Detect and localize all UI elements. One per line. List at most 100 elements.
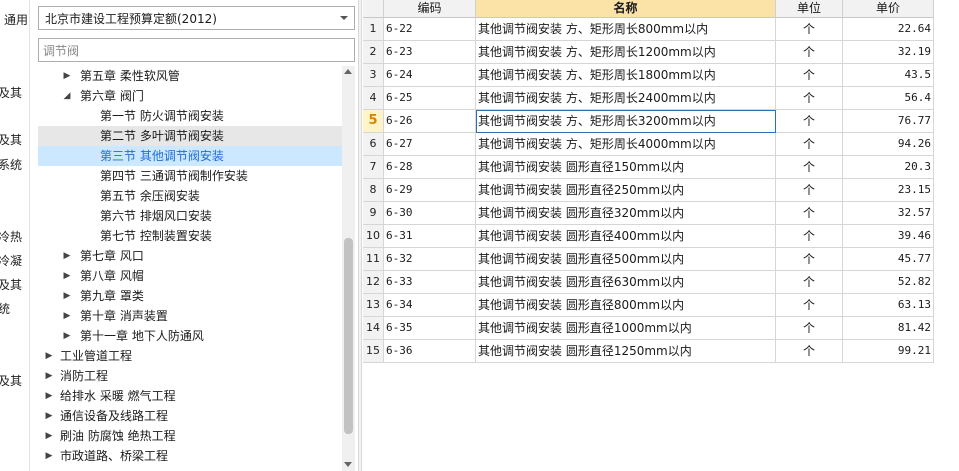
- quota-library-select[interactable]: 北京市建设工程预算定额(2012): [38, 6, 355, 30]
- row-number[interactable]: 7: [363, 156, 384, 179]
- row-number[interactable]: 2: [363, 41, 384, 64]
- column-header-unit[interactable]: 单位: [776, 0, 843, 18]
- expand-arrow-icon[interactable]: ▶: [44, 366, 54, 386]
- row-number[interactable]: 6: [363, 133, 384, 156]
- cell-price[interactable]: 99.21: [843, 340, 934, 363]
- table-row[interactable]: 9 6-30 其他调节阀安装 圆形直径320mm以内个 32.57: [363, 202, 934, 225]
- cell-unit[interactable]: 个: [776, 179, 843, 202]
- cell-unit[interactable]: 个: [776, 340, 843, 363]
- row-number[interactable]: 15: [363, 340, 384, 363]
- cell-name[interactable]: 其他调节阀安装 方、矩形周长2400mm以内: [476, 87, 776, 110]
- table-row[interactable]: 8 6-29 其他调节阀安装 圆形直径250mm以内个 23.15: [363, 179, 934, 202]
- cell-code[interactable]: 6-24: [384, 64, 476, 87]
- cell-price[interactable]: 81.42: [843, 317, 934, 340]
- row-number[interactable]: 11: [363, 248, 384, 271]
- cell-unit[interactable]: 个: [776, 156, 843, 179]
- expand-arrow-icon[interactable]: ▶: [44, 406, 54, 426]
- expand-arrow-icon[interactable]: ▶: [62, 306, 72, 326]
- row-number[interactable]: 14: [363, 317, 384, 340]
- row-number[interactable]: 10: [363, 225, 384, 248]
- table-row[interactable]: 2 6-23 其他调节阀安装 方、矩形周长1200mm以内个 32.19: [363, 41, 934, 64]
- expand-arrow-icon[interactable]: ▶: [44, 446, 54, 466]
- cell-unit[interactable]: 个: [776, 202, 843, 225]
- expand-arrow-icon[interactable]: ▶: [44, 426, 54, 446]
- tree-node[interactable]: ▶ 第七章 风口: [38, 246, 342, 266]
- table-row[interactable]: 13 6-34 其他调节阀安装 圆形直径800mm以内个 63.13: [363, 294, 934, 317]
- cell-code[interactable]: 6-34: [384, 294, 476, 317]
- table-row[interactable]: 14 6-35 其他调节阀安装 圆形直径1000mm以内个 81.42: [363, 317, 934, 340]
- cell-name[interactable]: 其他调节阀安装 方、矩形周长4000mm以内: [476, 133, 776, 156]
- tree-node[interactable]: 第六节 排烟风口安装: [38, 206, 342, 226]
- tree-node[interactable]: 第二节 多叶调节阀安装: [38, 126, 342, 146]
- cell-code[interactable]: 6-22: [384, 18, 476, 41]
- tree-node[interactable]: ▶ 第十章 消声装置: [38, 306, 342, 326]
- cell-unit[interactable]: 个: [776, 294, 843, 317]
- cell-code[interactable]: 6-32: [384, 248, 476, 271]
- column-header-name[interactable]: 名称: [476, 0, 776, 18]
- cell-code[interactable]: 6-27: [384, 133, 476, 156]
- scroll-up-icon[interactable]: [344, 69, 352, 74]
- table-row[interactable]: 15 6-36 其他调节阀安装 圆形直径1250mm以内个 99.21: [363, 340, 934, 363]
- cell-price[interactable]: 63.13: [843, 294, 934, 317]
- table-row[interactable]: 3 6-24 其他调节阀安装 方、矩形周长1800mm以内个 43.5: [363, 64, 934, 87]
- cell-code[interactable]: 6-28: [384, 156, 476, 179]
- row-number[interactable]: 4: [363, 87, 384, 110]
- tree-node[interactable]: ▶ 第八章 风帽: [38, 266, 342, 286]
- cell-code[interactable]: 6-29: [384, 179, 476, 202]
- row-number[interactable]: 8: [363, 179, 384, 202]
- scroll-down-icon[interactable]: [344, 462, 352, 467]
- cell-code[interactable]: 6-25: [384, 87, 476, 110]
- tree-node[interactable]: ▶ 刷油 防腐蚀 绝热工程: [38, 426, 342, 446]
- cell-code[interactable]: 6-23: [384, 41, 476, 64]
- cell-price[interactable]: 94.26: [843, 133, 934, 156]
- table-row[interactable]: 11 6-32 其他调节阀安装 圆形直径500mm以内个 45.77: [363, 248, 934, 271]
- cell-name[interactable]: 其他调节阀安装 圆形直径500mm以内: [476, 248, 776, 271]
- column-header-price[interactable]: 单价: [843, 0, 934, 18]
- table-row[interactable]: 6 6-27 其他调节阀安装 方、矩形周长4000mm以内个 94.26: [363, 133, 934, 156]
- cell-unit[interactable]: 个: [776, 64, 843, 87]
- table-row[interactable]: 5 6-26 其他调节阀安装 方、矩形周长3200mm以内个 76.77: [363, 110, 934, 133]
- cell-unit[interactable]: 个: [776, 225, 843, 248]
- cell-price[interactable]: 39.46: [843, 225, 934, 248]
- panel-splitter[interactable]: [358, 0, 362, 471]
- table-row[interactable]: 7 6-28 其他调节阀安装 圆形直径150mm以内个 20.3: [363, 156, 934, 179]
- cell-price[interactable]: 45.77: [843, 248, 934, 271]
- tree-node[interactable]: 第七节 控制装置安装: [38, 226, 342, 246]
- table-row[interactable]: 10 6-31 其他调节阀安装 圆形直径400mm以内个 39.46: [363, 225, 934, 248]
- collapse-arrow-icon[interactable]: ◢: [62, 86, 72, 106]
- expand-arrow-icon[interactable]: ▶: [62, 246, 72, 266]
- row-number[interactable]: 12: [363, 271, 384, 294]
- cell-unit[interactable]: 个: [776, 18, 843, 41]
- cell-price[interactable]: 22.64: [843, 18, 934, 41]
- cell-name[interactable]: 其他调节阀安装 圆形直径400mm以内: [476, 225, 776, 248]
- tree-node[interactable]: ▶ 第九章 罩类: [38, 286, 342, 306]
- expand-arrow-icon[interactable]: ▶: [44, 386, 54, 406]
- tree-node[interactable]: ▶ 通信设备及线路工程: [38, 406, 342, 426]
- cell-price[interactable]: 43.5: [843, 64, 934, 87]
- scrollbar-thumb[interactable]: [344, 238, 353, 434]
- cell-code[interactable]: 6-26: [384, 110, 476, 133]
- tree-node[interactable]: ▶ 第五章 柔性软风管: [38, 66, 342, 86]
- cell-price[interactable]: 76.77: [843, 110, 934, 133]
- row-number[interactable]: 13: [363, 294, 384, 317]
- cell-name[interactable]: 其他调节阀安装 圆形直径1000mm以内: [476, 317, 776, 340]
- tree-node[interactable]: 第五节 余压阀安装: [38, 186, 342, 206]
- cell-unit[interactable]: 个: [776, 87, 843, 110]
- expand-arrow-icon[interactable]: ▶: [44, 346, 54, 366]
- cell-name[interactable]: 其他调节阀安装 圆形直径150mm以内: [476, 156, 776, 179]
- expand-arrow-icon[interactable]: ▶: [62, 286, 72, 306]
- cell-name[interactable]: 其他调节阀安装 方、矩形周长1200mm以内: [476, 41, 776, 64]
- cell-unit[interactable]: 个: [776, 41, 843, 64]
- row-number[interactable]: 9: [363, 202, 384, 225]
- row-number[interactable]: 1: [363, 18, 384, 41]
- cell-code[interactable]: 6-35: [384, 317, 476, 340]
- tree-node[interactable]: ▶ 市政道路、桥梁工程: [38, 446, 342, 466]
- tree-node[interactable]: 第一节 防火调节阀安装: [38, 106, 342, 126]
- cell-price[interactable]: 32.19: [843, 41, 934, 64]
- cell-price[interactable]: 52.82: [843, 271, 934, 294]
- expand-arrow-icon[interactable]: ▶: [62, 66, 72, 86]
- column-header-code[interactable]: 编码: [384, 0, 476, 18]
- cell-code[interactable]: 6-36: [384, 340, 476, 363]
- cell-unit[interactable]: 个: [776, 248, 843, 271]
- cell-price[interactable]: 56.4: [843, 87, 934, 110]
